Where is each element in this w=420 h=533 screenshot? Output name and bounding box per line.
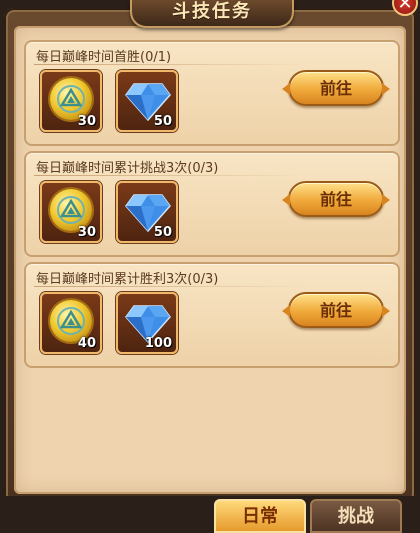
reward-slot[interactable]: 50 <box>116 70 178 132</box>
dialog-title: 斗技任务 <box>130 0 294 28</box>
task-name: 每日巅峰时间累计胜利3次(0/3) <box>36 272 219 287</box>
task-card: 每日巅峰时间累计挑战3次(0/3) 30 50 前往 <box>24 151 400 257</box>
divider <box>34 286 308 287</box>
reward-quantity: 30 <box>77 114 96 129</box>
reward-slot[interactable]: 30 <box>40 181 102 243</box>
reward-slot[interactable]: 50 <box>116 181 178 243</box>
go-button[interactable]: 前往 <box>282 70 390 106</box>
reward-quantity: 100 <box>144 336 172 351</box>
reward-quantity: 30 <box>77 225 96 240</box>
task-name: 每日巅峰时间首胜(0/1) <box>36 50 172 65</box>
task-card: 每日巅峰时间首胜(0/1) 30 50 前往 <box>24 40 400 146</box>
reward-slot[interactable]: 100 <box>116 292 178 354</box>
go-button[interactable]: 前往 <box>282 292 390 328</box>
tab-challenge[interactable]: 挑战 <box>310 499 402 533</box>
reward-quantity: 50 <box>153 225 172 240</box>
tab-daily[interactable]: 日常 <box>214 499 306 533</box>
reward-slot[interactable]: 30 <box>40 70 102 132</box>
reward-slot[interactable]: 40 <box>40 292 102 354</box>
reward-quantity: 40 <box>77 336 96 351</box>
reward-quantity: 50 <box>153 114 172 129</box>
task-card: 每日巅峰时间累计胜利3次(0/3) 40 100 前往 <box>24 262 400 368</box>
divider <box>34 64 308 65</box>
close-icon: ✕ <box>397 0 413 14</box>
task-name: 每日巅峰时间累计挑战3次(0/3) <box>36 161 219 176</box>
divider <box>34 175 308 176</box>
go-button[interactable]: 前往 <box>282 181 390 217</box>
